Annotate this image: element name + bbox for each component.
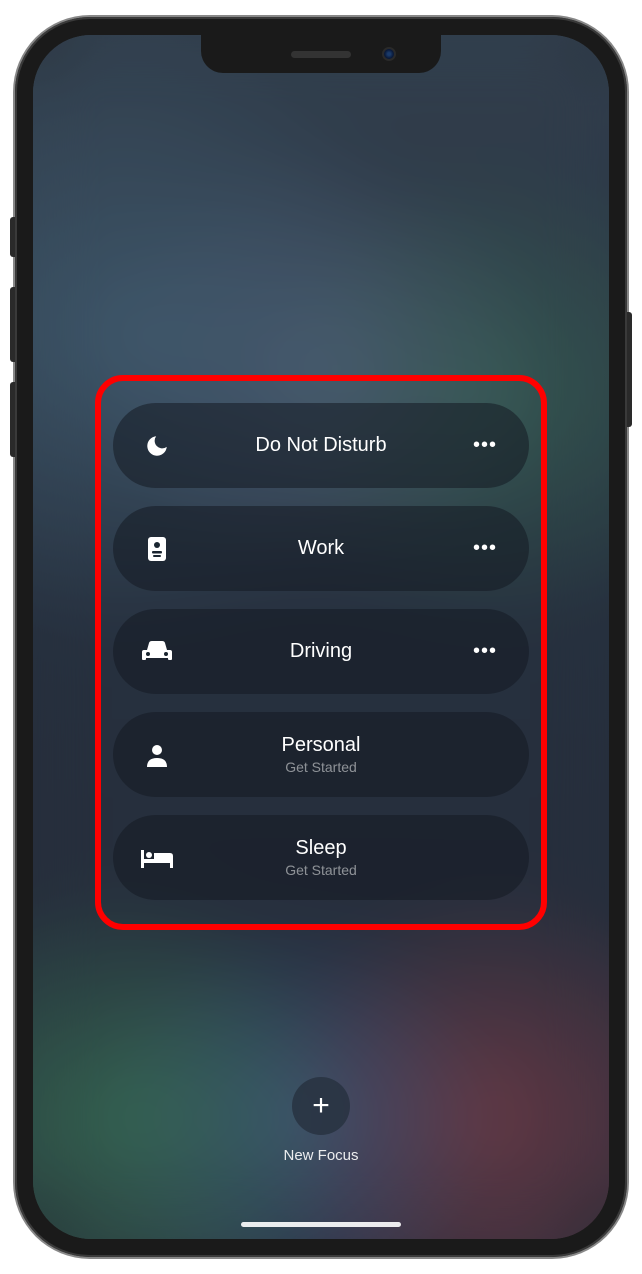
new-focus-label: New Focus: [283, 1147, 358, 1164]
focus-item-personal[interactable]: Personal Get Started: [113, 712, 529, 797]
focus-label: Personal: [282, 734, 361, 757]
focus-item-driving[interactable]: Driving •••: [113, 609, 529, 694]
focus-label: Sleep: [295, 837, 346, 860]
bed-icon: [141, 842, 173, 874]
mute-switch: [10, 217, 15, 257]
home-indicator[interactable]: [241, 1222, 401, 1227]
focus-text: Work: [173, 537, 469, 560]
focus-label: Do Not Disturb: [255, 434, 386, 457]
person-icon: [141, 739, 173, 771]
focus-label: Work: [298, 537, 344, 560]
volume-up-button: [10, 287, 15, 362]
car-icon: [141, 636, 173, 668]
focus-text: Driving: [173, 640, 469, 663]
more-icon[interactable]: •••: [469, 640, 501, 663]
new-focus-section: + New Focus: [33, 1077, 609, 1164]
screen: Do Not Disturb ••• Work •••: [33, 35, 609, 1239]
focus-item-dnd[interactable]: Do Not Disturb •••: [113, 403, 529, 488]
focus-item-work[interactable]: Work •••: [113, 506, 529, 591]
focus-subtitle: Get Started: [285, 862, 357, 878]
power-button: [627, 312, 632, 427]
focus-label: Driving: [290, 640, 352, 663]
focus-text: Sleep Get Started: [173, 837, 469, 878]
phone-frame: Do Not Disturb ••• Work •••: [15, 17, 627, 1257]
focus-item-sleep[interactable]: Sleep Get Started: [113, 815, 529, 900]
focus-list: Do Not Disturb ••• Work •••: [33, 385, 609, 900]
speaker: [291, 51, 351, 58]
front-camera: [382, 47, 396, 61]
badge-icon: [141, 533, 173, 565]
focus-text: Do Not Disturb: [173, 434, 469, 457]
focus-text: Personal Get Started: [173, 734, 469, 775]
plus-icon: +: [312, 1089, 330, 1123]
moon-icon: [141, 430, 173, 462]
focus-panel: Do Not Disturb ••• Work •••: [33, 35, 609, 1239]
volume-down-button: [10, 382, 15, 457]
new-focus-button[interactable]: +: [292, 1077, 350, 1135]
more-icon[interactable]: •••: [469, 434, 501, 457]
more-icon[interactable]: •••: [469, 537, 501, 560]
focus-subtitle: Get Started: [285, 759, 357, 775]
notch: [201, 35, 441, 73]
